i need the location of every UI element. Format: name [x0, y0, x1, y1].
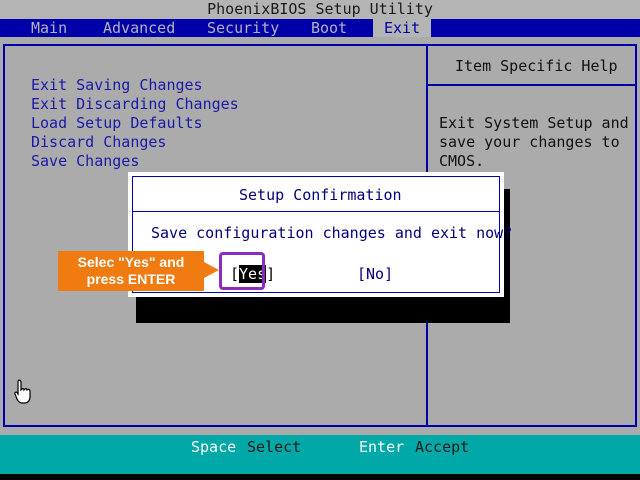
help-line-1: Exit System Setup and [439, 114, 629, 132]
menu-main[interactable]: Main [31, 19, 67, 37]
arrow-right-icon [204, 262, 219, 278]
hand-pointer-icon [14, 379, 31, 404]
window-title: PhoenixBIOS Setup Utility [0, 0, 640, 19]
callout-line-1: Selec "Yes" and [77, 254, 185, 270]
dialog-message: Save configuration changes and exit now? [151, 224, 513, 242]
option-exit-saving-changes[interactable]: Exit Saving Changes [31, 76, 203, 95]
help-line-3: CMOS. [439, 152, 485, 170]
status-action-select: Select [247, 438, 302, 456]
menu-security[interactable]: Security [207, 19, 279, 37]
option-discard-changes[interactable]: Discard Changes [31, 133, 166, 152]
yes-bracket-close: ] [266, 265, 276, 283]
help-line-2: save your changes to [439, 133, 620, 151]
help-title: Item Specific Help [455, 57, 618, 75]
menu-advanced[interactable]: Advanced [103, 19, 175, 37]
status-key-enter: Enter [359, 438, 405, 456]
option-load-setup-defaults[interactable]: Load Setup Defaults [31, 114, 203, 133]
dialog-separator [133, 211, 499, 212]
status-key-space: Space [191, 438, 237, 456]
menu-exit[interactable]: Exit [373, 19, 432, 37]
callout-line-2: press ENTER [86, 271, 176, 287]
help-divider [428, 84, 635, 86]
yes-highlight-box [219, 252, 265, 290]
dialog-title: Setup Confirmation [239, 186, 402, 204]
option-save-changes[interactable]: Save Changes [31, 152, 139, 171]
no-button[interactable]: [No] [357, 265, 393, 283]
instruction-callout: Selec "Yes" and press ENTER [58, 251, 204, 291]
status-action-accept: Accept [415, 438, 470, 456]
option-exit-discarding-changes[interactable]: Exit Discarding Changes [31, 95, 239, 114]
menu-boot[interactable]: Boot [311, 19, 347, 37]
status-bar: Space Select Enter Accept [0, 435, 640, 474]
menu-bar: Main Advanced Security Boot Exit [0, 19, 640, 37]
bottom-strip [0, 474, 640, 480]
